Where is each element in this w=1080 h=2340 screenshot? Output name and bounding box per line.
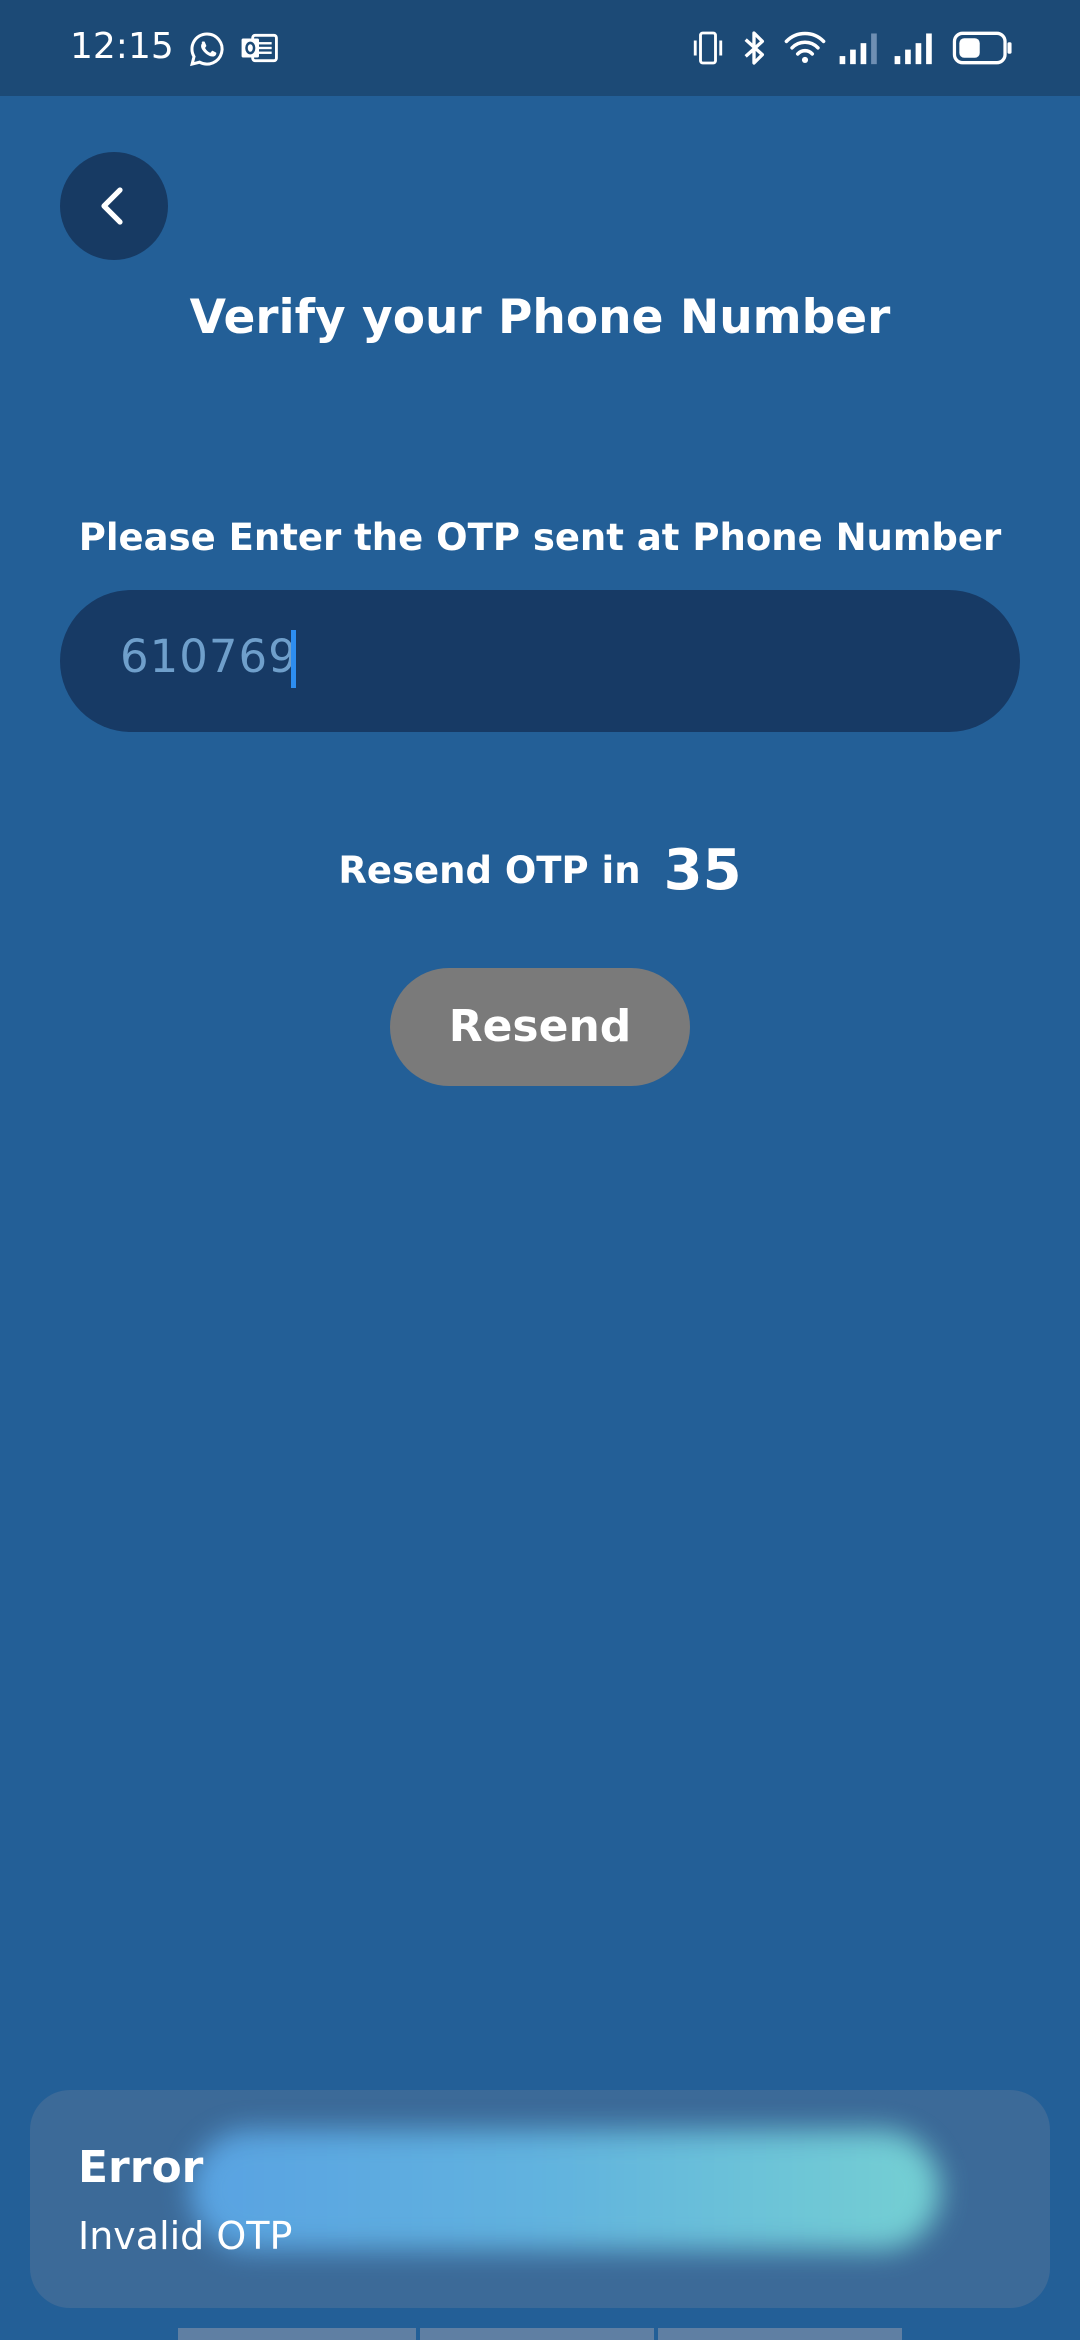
snackbar-message: Invalid OTP <box>78 2214 293 2258</box>
otp-input[interactable]: 610769 <box>60 590 1020 732</box>
navigation-bar <box>178 2328 902 2340</box>
nav-segment <box>178 2328 416 2340</box>
chevron-left-icon <box>101 187 123 225</box>
otp-label: Please Enter the OTP sent at Phone Numbe… <box>78 516 1002 559</box>
resend-button[interactable]: Resend <box>390 968 690 1086</box>
text-caret <box>291 630 296 688</box>
blurred-overlay <box>190 2130 940 2250</box>
resend-timer: Resend OTP in 35 <box>0 838 1080 903</box>
signal-icon <box>839 33 877 65</box>
error-snackbar: Error Invalid OTP <box>30 2090 1050 2308</box>
bluetooth-icon <box>744 31 764 65</box>
battery-icon <box>952 31 1012 65</box>
signal-icon <box>894 33 932 65</box>
otp-value: 610769 <box>120 630 298 683</box>
resend-text: Resend OTP in <box>338 849 641 892</box>
whatsapp-icon <box>190 32 224 67</box>
outlook-icon <box>241 33 278 63</box>
nav-segment <box>658 2328 902 2340</box>
page-title: Verify your Phone Number <box>189 290 891 345</box>
vibrate-icon <box>693 31 723 65</box>
status-time: 12:15 <box>70 26 174 67</box>
nav-segment <box>420 2328 654 2340</box>
wifi-icon <box>784 31 826 63</box>
snackbar-title: Error <box>78 2142 204 2193</box>
back-button[interactable] <box>60 152 168 260</box>
status-bar: 12:15 <box>0 0 1080 96</box>
resend-countdown: 35 <box>663 838 742 903</box>
